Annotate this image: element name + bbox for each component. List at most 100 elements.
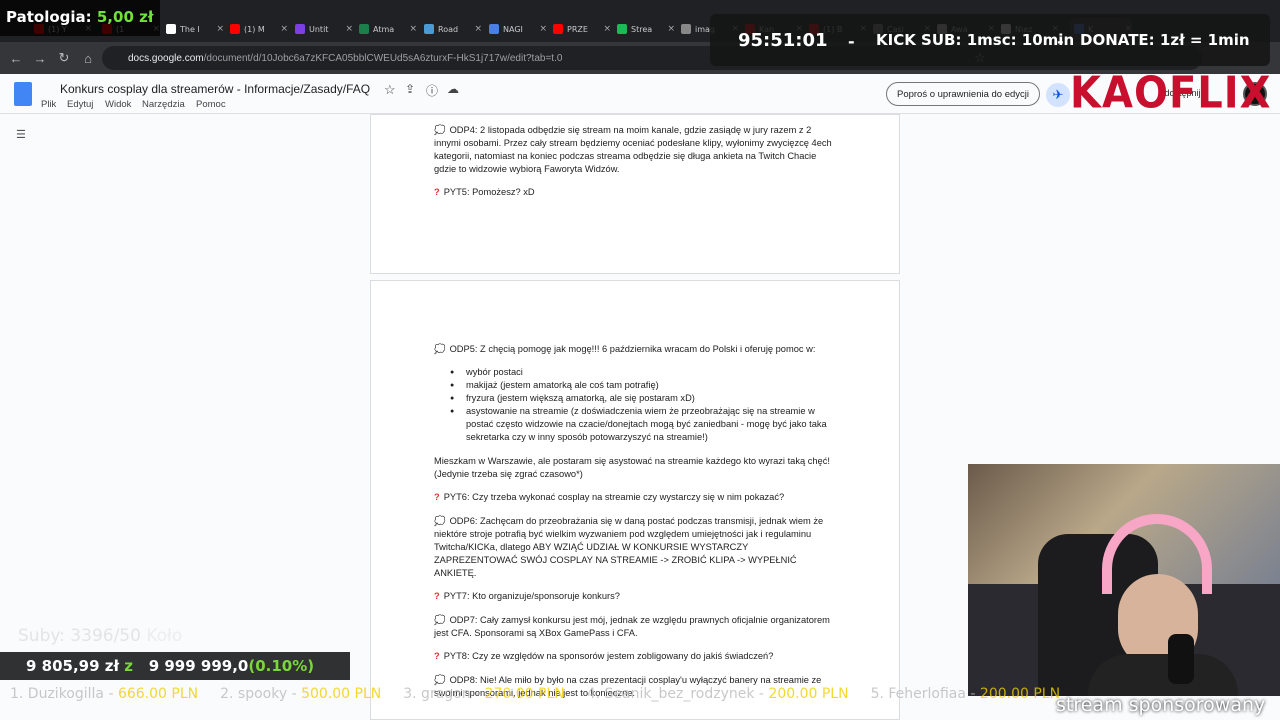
ticker-name: 3. gragon - (403, 686, 485, 702)
question-mark-icon: ? (434, 591, 440, 601)
question-mark-icon: ? (434, 187, 440, 197)
tab-close-icon[interactable]: × (539, 24, 547, 34)
donation-goal-bar: 9 805,99 zł z 9 999 999,0 (0.10%) (0, 652, 350, 680)
document-title[interactable]: Konkurs cosplay dla streamerów - Informa… (60, 82, 370, 96)
ticker-name: 2. spooky - (220, 686, 302, 702)
tab-favicon-icon (295, 24, 305, 34)
star-icon[interactable]: ☆ (384, 82, 396, 98)
menu-widok[interactable]: Widok (105, 99, 131, 110)
odp6-text: ODP6: Zachęcam do przeobrażania się w da… (434, 516, 824, 578)
odp5-list: wybór postaci makijaż (jestem amatorką a… (434, 366, 834, 444)
odp5-text: ODP5: Z chęcią pomogę jak mogę!!! 6 paźd… (449, 344, 816, 354)
browser-tab[interactable]: Road × (420, 18, 482, 40)
top-donors-ticker: 1. Duzikogilla - 666.00 PLN 2. spooky - 5… (0, 686, 1060, 710)
home-icon[interactable]: ⌂ (76, 51, 100, 66)
list-item: asystowanie na streamie (z doświadczenia… (434, 405, 834, 444)
list-item: makijaż (jestem amatorką ale coś tam pot… (434, 379, 834, 392)
odp4-text: ODP4: 2 listopada odbędzie się stream na… (434, 125, 832, 174)
request-edit-access-button[interactable]: Poproś o uprawnienia do edycji (886, 82, 1040, 106)
patologia-value: 5,00 zł (96, 8, 154, 26)
browser-tab[interactable]: Atma × (355, 18, 417, 40)
tab-close-icon[interactable]: × (280, 24, 288, 34)
question-mark-icon: ? (434, 651, 440, 661)
menu-plik[interactable]: Plik (41, 99, 56, 110)
ticker-value: 200.00 PLN (768, 686, 849, 702)
ticker-entry: 1. Duzikogilla - 666.00 PLN (10, 686, 198, 710)
tab-label: Strea (631, 24, 653, 34)
forward-icon[interactable]: → (28, 51, 52, 66)
pyt8-paragraph: ? PYT8: Czy ze względów na sponsorów jest… (434, 650, 834, 663)
tab-label: (1) M (244, 24, 265, 34)
tab-close-icon[interactable]: × (667, 24, 675, 34)
url-path: /document/d/10Jobc6a7zKFCA05bblCWEUd5sA6… (203, 52, 563, 64)
money-goal: 9 999 999,0 (148, 657, 249, 675)
speech-bubble-icon: 💭 (434, 675, 446, 685)
ticker-entry: 2. spooky - 500.00 PLN (220, 686, 381, 710)
browser-tab[interactable]: PRZE × (549, 18, 611, 40)
tab-favicon-icon (230, 24, 240, 34)
info-icon[interactable]: ⓘ (426, 82, 438, 99)
tab-favicon-icon (166, 24, 176, 34)
gemini-icon[interactable]: ✈ (1046, 83, 1070, 107)
kick-sub-rate: KICK SUB: 1msc: 10min (876, 31, 1075, 49)
list-item: wybór postaci (434, 366, 834, 379)
speech-bubble-icon: 💭 (434, 516, 446, 526)
separator-dash: - (1057, 32, 1064, 51)
tab-favicon-icon (359, 24, 369, 34)
browser-tab[interactable]: Strea × (613, 18, 675, 40)
tab-label: Road (438, 24, 459, 34)
tab-label: Atma (373, 24, 395, 34)
tab-label: PRZE (567, 24, 588, 34)
warsaw-paragraph: Mieszkam w Warszawie, ale postaram się a… (434, 456, 830, 479)
ticker-name: 1. Duzikogilla - (10, 686, 118, 702)
sponsor-label: stream sponsorowany (1056, 694, 1266, 716)
odp7-text: ODP7: Cały zamysł konkursu jest mój, jed… (434, 615, 830, 638)
tab-close-icon[interactable]: × (345, 24, 353, 34)
speech-bubble-icon: 💭 (434, 125, 446, 135)
browser-tab[interactable]: The I × (162, 18, 224, 40)
money-current: 9 805,99 zł (26, 657, 120, 675)
separator-dash: - (848, 32, 855, 51)
microphone (1168, 634, 1194, 684)
odp7-paragraph: 💭 ODP7: Cały zamysł konkursu jest mój, je… (434, 614, 834, 640)
list-item: fryzura (jestem większą amatorką, ale si… (434, 392, 834, 405)
speech-bubble-icon: 💭 (434, 344, 446, 354)
pyt6-paragraph: ? PYT6: Czy trzeba wykonać cosplay na str… (434, 491, 834, 504)
odp5-paragraph: 💭 ODP5: Z chęcią pomogę jak mogę!!! 6 paź… (434, 343, 834, 356)
tab-favicon-icon (424, 24, 434, 34)
ticker-entry: 4. Seanik_bez_rodzynek - 200.00 PLN (587, 686, 849, 710)
tab-favicon-icon (553, 24, 563, 34)
tab-label: Untit (309, 24, 329, 34)
donate-rate: DONATE: 1zł = 1min (1080, 31, 1250, 49)
patologia-counter: Patologia: 5,00 zł (0, 0, 160, 36)
subs-counter: Suby: 3396/50 Koło (18, 626, 182, 646)
cloud-icon[interactable]: ☁ (447, 82, 459, 96)
speech-bubble-icon: 💭 (434, 615, 446, 625)
outline-icon[interactable]: ☰ (16, 128, 26, 141)
ticker-value: 270.00 PLN (484, 686, 565, 702)
ticker-name: 5. Feherlofiaa - (870, 686, 980, 702)
tab-close-icon[interactable]: × (409, 24, 417, 34)
back-icon[interactable]: ← (4, 51, 28, 66)
url-host: docs.google.com (128, 52, 204, 64)
tab-close-icon[interactable]: × (474, 24, 482, 34)
subathon-timer: 95:51:01 (738, 30, 828, 51)
docs-logo-icon[interactable] (14, 82, 32, 106)
tab-close-icon[interactable]: × (603, 24, 611, 34)
menu-narzedzia[interactable]: Narzędzia (142, 99, 185, 110)
tab-favicon-icon (489, 24, 499, 34)
browser-tab[interactable]: NAGI × (485, 18, 547, 40)
menu-edytuj[interactable]: Edytuj (67, 99, 93, 110)
ticker-value: 200.00 PLN (979, 686, 1061, 702)
money-percent: (0.10%) (248, 657, 315, 675)
browser-tab[interactable]: Untit × (291, 18, 353, 40)
tab-label: NAGI (503, 24, 523, 34)
reload-icon[interactable]: ↻ (52, 50, 76, 66)
move-icon[interactable]: ⇪ (405, 82, 415, 96)
browser-tab[interactable]: (1) M × (226, 18, 288, 40)
ticker-name: 4. Seanik_bez_rodzynek - (586, 686, 769, 702)
menu-pomoc[interactable]: Pomoc (196, 99, 226, 110)
tab-close-icon[interactable]: × (216, 24, 224, 34)
webcam-feed (968, 464, 1280, 696)
odp6-paragraph: 💭 ODP6: Zachęcam do przeobrażania się w d… (434, 515, 834, 580)
